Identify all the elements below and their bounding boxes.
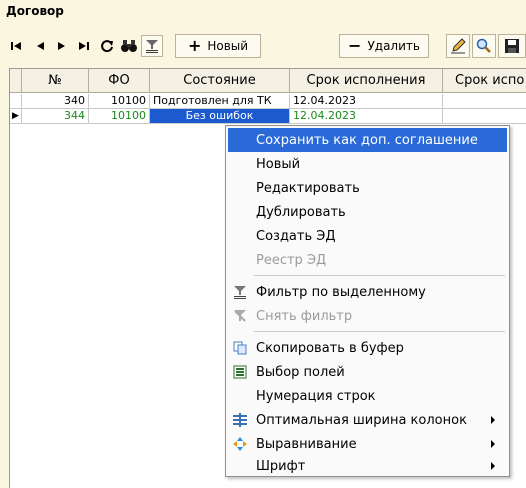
cell-fo[interactable]: 10100 [89, 94, 150, 109]
menu-item-label: Новый [256, 156, 301, 172]
menu-item-ed-registry: Реестр ЭД [228, 248, 507, 272]
edit-icon[interactable] [446, 34, 470, 58]
menu-item-save-as-supplementary-agreement[interactable]: Сохранить как доп. соглашение [228, 128, 507, 152]
menu-item-label: Дублировать [256, 204, 346, 220]
remove-filter-icon [232, 308, 248, 324]
submenu-arrow-icon [491, 440, 495, 448]
menu-item-new[interactable]: Новый [228, 152, 507, 176]
cell-state[interactable]: Подготовлен для ТК [150, 94, 290, 109]
menu-item-duplicate[interactable]: Дублировать [228, 200, 507, 224]
menu-item-label: Шрифт [256, 458, 306, 474]
column-header-due-date[interactable]: Срок исполнения [290, 69, 443, 93]
filter-icon [232, 284, 248, 300]
save-icon[interactable] [498, 34, 526, 58]
menu-separator [254, 331, 505, 332]
cell-number[interactable]: 340 [22, 94, 89, 109]
menu-item-label: Сохранить как доп. соглашение [256, 132, 478, 148]
menu-item-label: Выравнивание [256, 436, 357, 452]
menu-item-remove-filter: Снять фильтр [228, 304, 507, 328]
binoculars-icon[interactable] [120, 35, 138, 57]
current-row-indicator[interactable]: ▶ [10, 109, 22, 124]
row-indicator-header [10, 69, 22, 93]
window-title: Договор [6, 4, 64, 18]
column-header-state[interactable]: Состояние [150, 69, 290, 93]
menu-item-label: Снять фильтр [256, 308, 353, 324]
new-button[interactable]: + Новый [175, 34, 261, 58]
refresh-icon[interactable] [98, 35, 116, 57]
cell-fo[interactable]: 10100 [89, 109, 150, 124]
submenu-arrow-icon [491, 416, 495, 424]
column-header-fo[interactable]: ФО [89, 69, 150, 93]
menu-item-label: Оптимальная ширина колонок [256, 412, 467, 428]
copy-icon [232, 340, 248, 356]
cell-due-date[interactable]: 12.04.2023 [290, 109, 443, 124]
menu-item-create-ed[interactable]: Создать ЭД [228, 224, 507, 248]
prev-record-icon[interactable] [32, 35, 48, 57]
align-icon [232, 436, 248, 452]
menu-item-copy-to-buffer[interactable]: Скопировать в буфер [228, 336, 507, 360]
submenu-arrow-icon [491, 462, 495, 470]
fields-icon [232, 364, 248, 380]
menu-item-alignment[interactable]: Выравнивание [228, 432, 507, 456]
cell-state-selected[interactable]: Без ошибок [150, 109, 290, 124]
view-icon[interactable] [472, 34, 496, 58]
menu-item-optimal-column-width[interactable]: Оптимальная ширина колонок [228, 408, 507, 432]
row-indicator[interactable] [10, 94, 22, 109]
menu-item-label: Скопировать в буфер [256, 340, 404, 356]
menu-item-label: Фильтр по выделенному [256, 284, 426, 300]
column-width-icon [232, 412, 248, 428]
menu-item-label: Создать ЭД [256, 228, 336, 244]
menu-item-label: Нумерация строк [256, 388, 376, 404]
column-header-due-date-2[interactable]: Срок испо [443, 69, 526, 93]
new-button-label: Новый [207, 39, 249, 53]
last-record-icon[interactable] [76, 35, 92, 57]
delete-button[interactable]: − Удалить [339, 34, 429, 58]
current-row-arrow-icon: ▶ [12, 110, 19, 121]
context-menu: Сохранить как доп. соглашение Новый Реда… [225, 125, 510, 477]
menu-item-select-fields[interactable]: Выбор полей [228, 360, 507, 384]
first-record-icon[interactable] [8, 35, 24, 57]
menu-item-label: Выбор полей [256, 364, 345, 380]
cell-due-date-2[interactable] [443, 109, 526, 124]
plus-icon: + [187, 36, 202, 55]
menu-item-font[interactable]: Шрифт [228, 454, 507, 478]
cell-due-date-2[interactable] [443, 94, 526, 109]
cell-due-date[interactable]: 12.04.2023 [290, 94, 443, 109]
next-record-icon[interactable] [54, 35, 70, 57]
menu-item-filter-by-selection[interactable]: Фильтр по выделенному [228, 280, 507, 304]
filter-icon[interactable] [141, 35, 163, 57]
delete-button-label: Удалить [367, 39, 420, 53]
cell-number[interactable]: 344 [22, 109, 89, 124]
menu-item-edit[interactable]: Редактировать [228, 176, 507, 200]
menu-item-label: Редактировать [256, 180, 360, 196]
menu-separator [254, 275, 505, 276]
toolbar: + Новый − Удалить [0, 24, 526, 64]
column-header-number[interactable]: № [22, 69, 89, 93]
menu-item-label: Реестр ЭД [256, 252, 327, 268]
minus-icon: − [348, 36, 362, 55]
menu-item-row-numbering[interactable]: Нумерация строк [228, 384, 507, 408]
